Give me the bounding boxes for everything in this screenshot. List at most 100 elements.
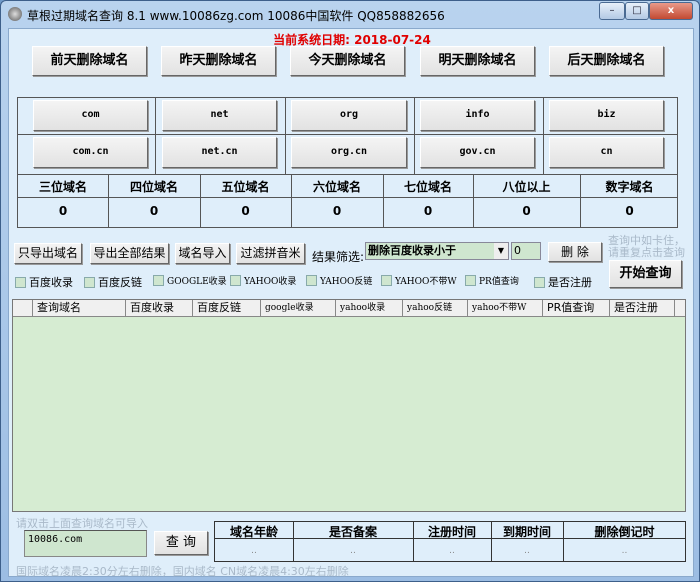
minimize-button[interactable]: –	[599, 2, 625, 20]
checkbox-label: YAHOO收录	[244, 277, 297, 287]
tld-com-cn-button[interactable]: com.cn	[33, 137, 148, 168]
info-value: ..	[449, 546, 455, 556]
tld-org-cn-button[interactable]: org.cn	[291, 137, 407, 168]
grid-corner	[13, 300, 33, 317]
grid-column-header[interactable]: google收录	[261, 300, 336, 317]
grid-column-header[interactable]: yahoo收录	[336, 300, 403, 317]
checkbox-label: GOOGLE收录	[167, 277, 227, 287]
info-value: ..	[251, 546, 257, 556]
start-query-button[interactable]: 开始查询	[609, 260, 682, 288]
today-button[interactable]: 今天删除域名	[290, 46, 405, 76]
tld-panel: com net org info biz com.cn net.cn org.c…	[17, 97, 678, 228]
tld-net-cn-button[interactable]: net.cn	[162, 137, 277, 168]
grid-column-header[interactable]: yahoo反链	[403, 300, 468, 317]
stat-divider	[108, 174, 109, 228]
stat-divider	[291, 174, 292, 228]
grid-header-filler	[675, 300, 685, 317]
stat-header: 数字域名	[605, 180, 654, 194]
day-after-tomorrow-button[interactable]: 后天删除域名	[549, 46, 664, 76]
checkbox-1[interactable]: 百度反链	[84, 274, 142, 290]
close-button[interactable]: x	[649, 2, 693, 20]
grid-column-header[interactable]: PR值查询	[543, 300, 610, 317]
stat-header: 八位以上	[502, 180, 551, 194]
day-before-yesterday-button[interactable]: 前天删除域名	[32, 46, 147, 76]
grid-column-header[interactable]: 百度收录	[126, 300, 193, 317]
tld-info-button[interactable]: info	[420, 100, 535, 131]
grid-column-header[interactable]: 百度反链	[193, 300, 261, 317]
tld-cn-button[interactable]: cn	[549, 137, 664, 168]
app-window: 草根过期域名查询 8.1 www.10086zg.com 10086中国软件 Q…	[0, 0, 700, 582]
tld-org-button[interactable]: org	[291, 100, 407, 131]
export-all-button[interactable]: 导出全部结果	[90, 243, 169, 264]
filter-value-input[interactable]: 0	[511, 242, 541, 260]
stat-value: 0	[241, 204, 250, 218]
stat-value: 0	[423, 204, 433, 218]
checkbox-5[interactable]: YAHOO不带W	[381, 274, 457, 287]
filter-select[interactable]: 删除百度收录小于 ▼	[365, 242, 509, 260]
checkbox-box[interactable]	[381, 275, 392, 286]
checkbox-label: 百度收录	[29, 276, 73, 289]
info-header: 到期时间	[502, 525, 551, 539]
checkbox-4[interactable]: YAHOO反链	[306, 274, 372, 287]
checkbox-box[interactable]	[230, 275, 241, 286]
domain-lookup-input[interactable]: 10086.com	[24, 530, 147, 557]
window-title: 草根过期域名查询 8.1 www.10086zg.com 10086中国软件 Q…	[27, 9, 445, 23]
checkbox-label: YAHOO不带W	[395, 277, 457, 287]
stat-header: 七位域名	[403, 180, 452, 194]
stat-value: 0	[149, 204, 159, 218]
checkbox-label: YAHOO反链	[320, 277, 373, 287]
import-domains-button[interactable]: 域名导入	[175, 243, 230, 264]
checkbox-6[interactable]: PR值查询	[465, 274, 519, 287]
app-icon	[8, 7, 22, 21]
filter-select-value: 删除百度收录小于	[368, 244, 456, 257]
stat-header: 五位域名	[221, 180, 270, 194]
checkbox-box[interactable]	[84, 276, 95, 288]
stat-value: 0	[625, 204, 634, 218]
maximize-button[interactable]: □	[625, 2, 649, 20]
footer-note: 国际域名凌晨2:30分左右删除，国内域名 CN域名凌晨4:30左右删除	[16, 565, 349, 578]
checkbox-box[interactable]	[465, 275, 476, 286]
info-value: ..	[621, 546, 628, 556]
delete-button[interactable]: 删 除	[548, 242, 602, 262]
chevron-down-icon[interactable]: ▼	[494, 243, 508, 259]
stat-divider	[200, 174, 201, 228]
stuck-hint: 查询中如卡住，请重复点击查询	[608, 234, 685, 259]
filter-label: 结果筛选:	[312, 250, 365, 264]
export-domains-button[interactable]: 只导出域名	[14, 243, 82, 264]
grid-column-header[interactable]: 查询域名	[33, 300, 126, 317]
stat-value: 0	[522, 204, 531, 218]
tld-biz-button[interactable]: biz	[549, 100, 664, 131]
stat-header: 三位域名	[38, 180, 87, 194]
info-header: 删除倒记时	[594, 525, 655, 539]
grid-column-header[interactable]: yahoo不带W	[468, 300, 543, 317]
tld-com-button[interactable]: com	[33, 100, 148, 131]
domain-info-table: 域名年龄.. 是否备案.. 注册时间.. 到期时间.. 删除倒记时..	[214, 521, 686, 562]
checkbox-3[interactable]: YAHOO收录	[230, 274, 296, 287]
results-grid[interactable]: 查询域名 百度收录 百度反链 google收录 yahoo收录 yahoo反链 yahoo不…	[12, 299, 686, 512]
info-header: 是否备案	[328, 525, 377, 539]
stat-header: 四位域名	[129, 180, 178, 194]
checkbox-box[interactable]	[306, 275, 317, 286]
lookup-button[interactable]: 查 询	[154, 531, 208, 555]
stat-value: 0	[332, 204, 342, 218]
checkbox-2[interactable]: GOOGLE收录	[153, 274, 227, 287]
checkbox-box[interactable]	[534, 276, 545, 288]
stat-divider	[580, 174, 581, 228]
stat-header: 六位域名	[312, 180, 361, 194]
grid-column-header[interactable]: 是否注册	[610, 300, 675, 317]
tld-net-button[interactable]: net	[162, 100, 277, 131]
checkbox-box[interactable]	[153, 275, 164, 286]
info-header: 域名年龄	[229, 525, 278, 539]
tomorrow-button[interactable]: 明天删除域名	[420, 46, 535, 76]
checkbox-7[interactable]: 是否注册	[534, 274, 592, 290]
info-header: 注册时间	[427, 525, 476, 539]
checkbox-label: PR值查询	[479, 277, 519, 287]
checkbox-box[interactable]	[15, 276, 26, 288]
filter-pinyin-button[interactable]: 过滤拼音米	[236, 243, 305, 264]
info-value: ..	[524, 546, 530, 556]
checkbox-0[interactable]: 百度收录	[15, 274, 73, 290]
tld-gov-cn-button[interactable]: gov.cn	[420, 137, 535, 168]
stat-divider	[473, 174, 474, 228]
yesterday-button[interactable]: 昨天删除域名	[161, 46, 276, 76]
info-value: ..	[350, 546, 356, 556]
